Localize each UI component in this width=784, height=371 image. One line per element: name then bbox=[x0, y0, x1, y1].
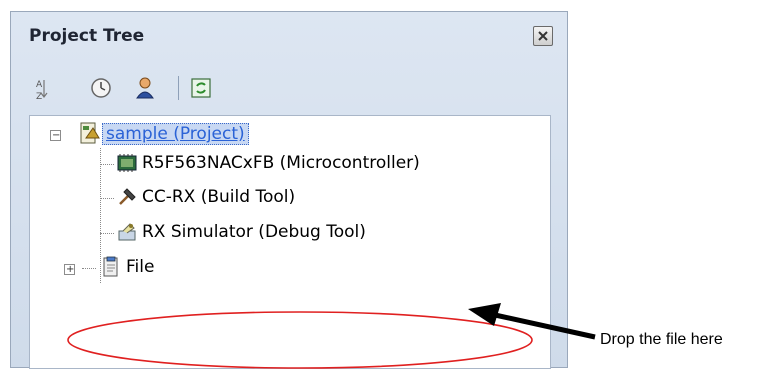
drop-hint-text: Drop the file here bbox=[600, 331, 723, 348]
drop-arrow-line bbox=[494, 312, 596, 340]
drop-zone-ellipse bbox=[67, 311, 533, 369]
drop-annotation-overlay bbox=[67, 303, 596, 369]
